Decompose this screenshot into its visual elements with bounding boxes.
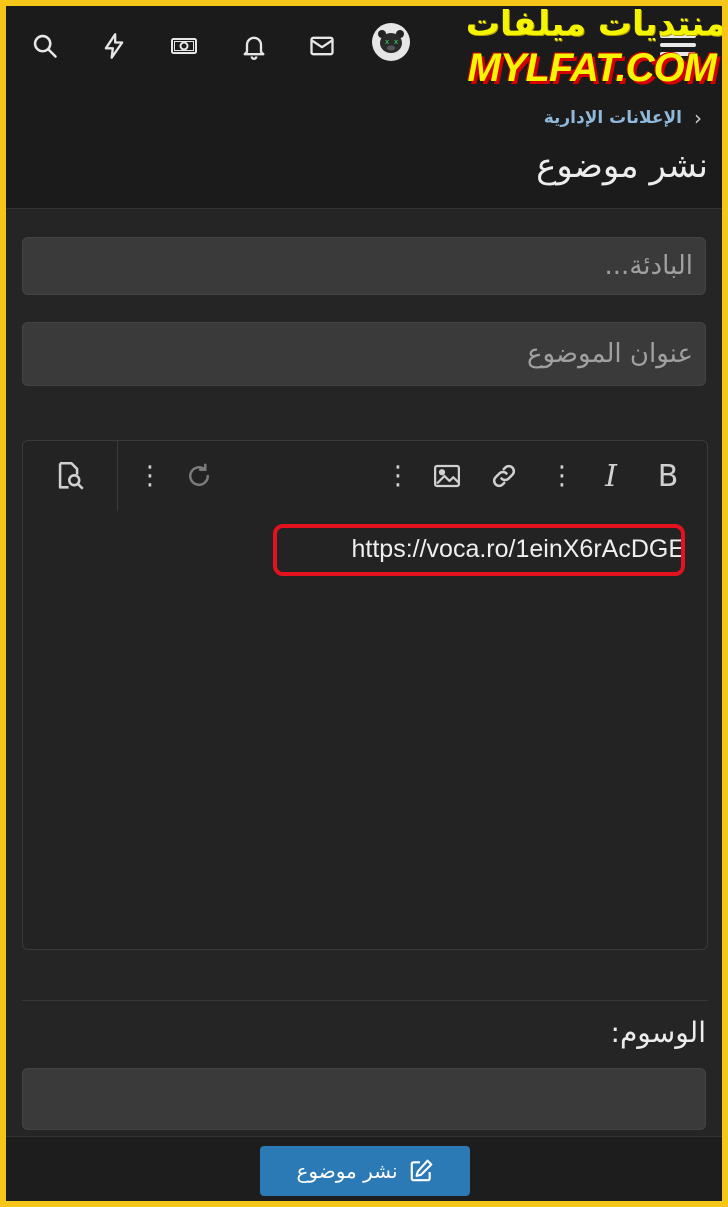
mail-icon[interactable]	[300, 24, 344, 68]
more-options-glyph: ⋮	[137, 461, 163, 491]
post-thread-label: نشر موضوع	[296, 1159, 398, 1183]
edit-icon	[410, 1159, 432, 1182]
preview-button[interactable]	[23, 441, 118, 511]
top-navbar: x x	[6, 6, 722, 86]
app-frame: x x منتديات ميلفات MYLFAT.COM ‹ الإعلانا…	[6, 6, 722, 1201]
search-icon[interactable]	[23, 24, 67, 68]
form-footer: نشر موضوع	[6, 1136, 722, 1201]
breadcrumb[interactable]: ‹ الإعلانات الإدارية	[544, 106, 702, 130]
thread-title-placeholder: عنوان الموضوع	[526, 339, 693, 369]
more-options-icon[interactable]: ⋮	[129, 455, 171, 497]
editor-toolbar: ⋮ ⋮ ⋮ I B	[23, 441, 707, 511]
link-icon[interactable]	[483, 455, 525, 497]
message-editor: ⋮ ⋮ ⋮ I B https://voca.ro/1einX6rAcDGE	[22, 440, 708, 950]
page-title: نشر موضوع	[536, 146, 708, 186]
bolt-icon[interactable]	[92, 24, 136, 68]
bell-icon[interactable]	[232, 24, 276, 68]
image-icon[interactable]	[426, 455, 468, 497]
italic-icon[interactable]: I	[590, 455, 632, 497]
post-thread-button[interactable]: نشر موضوع	[260, 1146, 470, 1196]
menu-icon[interactable]	[656, 30, 700, 60]
chevron-left-icon: ‹	[694, 106, 702, 130]
more-insert-glyph: ⋮	[385, 461, 411, 491]
prefix-select[interactable]: البادئة...	[22, 237, 706, 295]
page-header: ‹ الإعلانات الإدارية نشر موضوع	[6, 86, 722, 209]
bold-icon[interactable]: B	[647, 455, 689, 497]
bold-label: B	[657, 458, 679, 494]
editor-url-text: https://voca.ro/1einX6rAcDGE	[351, 535, 685, 563]
svg-text:x: x	[394, 38, 398, 46]
more-insert-icon[interactable]: ⋮	[377, 455, 419, 497]
italic-label: I	[605, 458, 617, 494]
section-divider	[22, 1000, 708, 1001]
more-format-icon[interactable]: ⋮	[541, 455, 583, 497]
tags-label: الوسوم:	[610, 1016, 706, 1049]
editor-text-area[interactable]: https://voca.ro/1einX6rAcDGE	[23, 511, 707, 949]
preview-icon	[58, 461, 84, 490]
money-icon[interactable]	[162, 24, 206, 68]
tags-input[interactable]	[22, 1068, 706, 1130]
more-format-glyph: ⋮	[549, 461, 575, 491]
svg-text:x: x	[385, 38, 389, 46]
prefix-placeholder: البادئة...	[604, 251, 693, 281]
thread-title-input[interactable]: عنوان الموضوع	[22, 322, 706, 386]
breadcrumb-link[interactable]: الإعلانات الإدارية	[544, 108, 682, 128]
avatar[interactable]: x x	[372, 23, 410, 61]
redo-icon[interactable]	[178, 455, 220, 497]
